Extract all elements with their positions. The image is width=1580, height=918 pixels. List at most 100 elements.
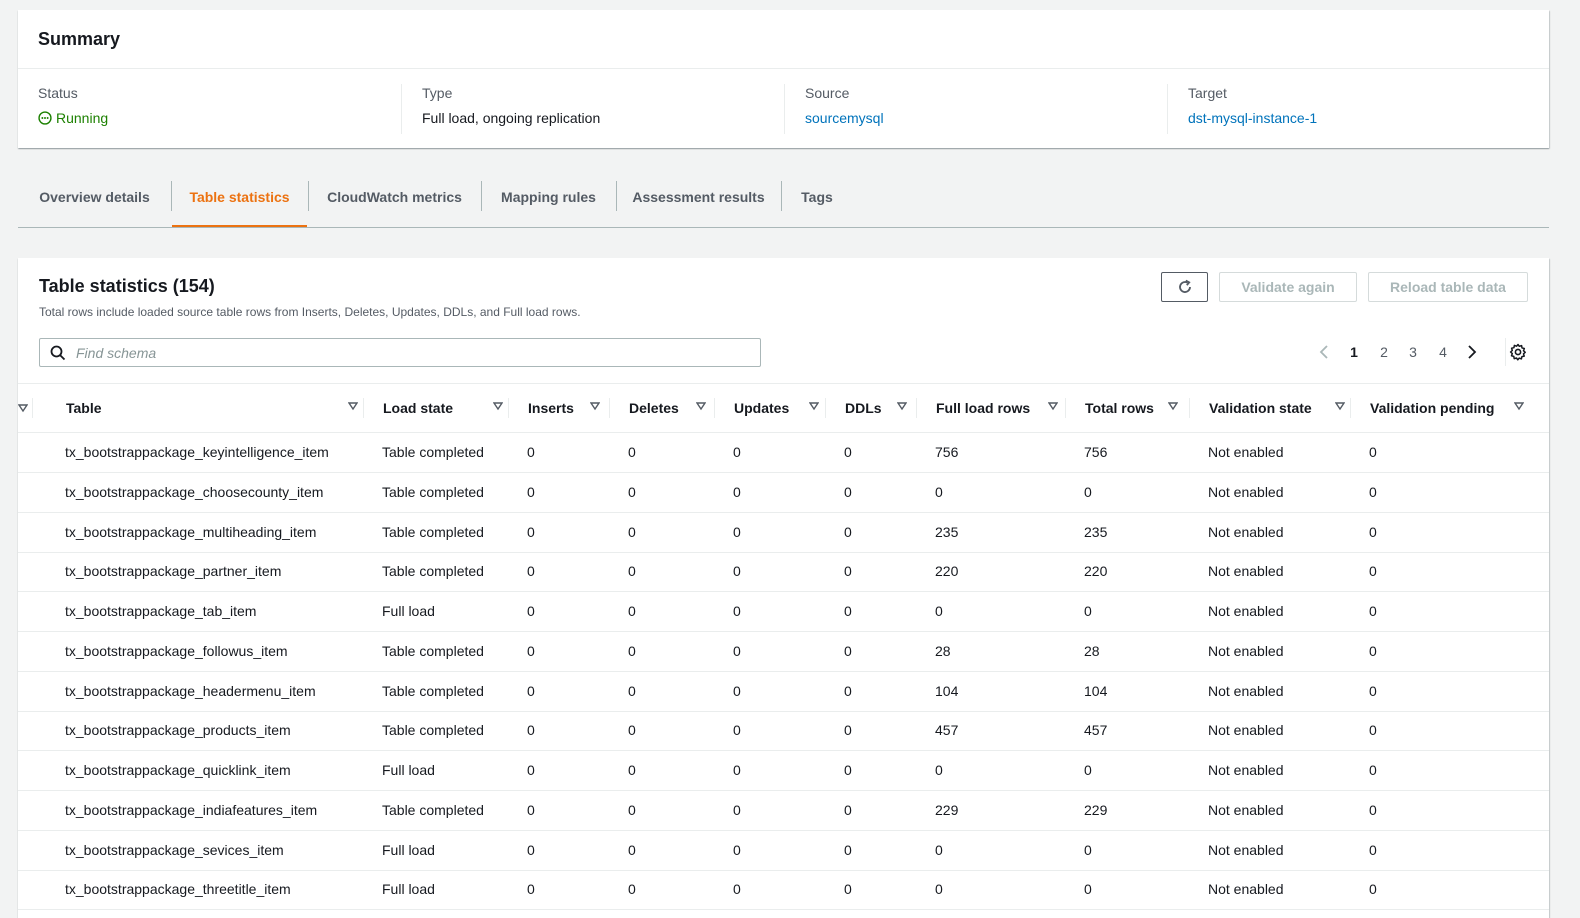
header-divider xyxy=(825,398,826,418)
column-header-label: Updates xyxy=(734,400,790,416)
table-cell: 0 xyxy=(628,801,636,818)
column-header-label: Full load rows xyxy=(936,400,1031,416)
table-cell: 0 xyxy=(527,801,535,818)
sort-icon[interactable] xyxy=(493,401,503,411)
sort-icon[interactable] xyxy=(897,401,907,411)
tab-cloudwatch-metrics[interactable]: CloudWatch metrics xyxy=(309,181,480,226)
table-cell: Full load xyxy=(382,762,435,778)
table-cell: Not enabled xyxy=(1208,722,1284,739)
table-cell: 229 xyxy=(1084,801,1108,818)
table-cell: 0 xyxy=(935,881,943,898)
search-icon xyxy=(50,345,66,361)
tab-table-statistics[interactable]: Table statistics xyxy=(172,181,307,227)
header-divider xyxy=(916,398,917,418)
table-cell: tx_bootstrappackage_sevices_item xyxy=(65,841,284,858)
page-3[interactable]: 3 xyxy=(1403,342,1423,362)
table-cell: tx_bootstrappackage_followus_item xyxy=(65,642,288,659)
chevron-right-icon[interactable] xyxy=(1465,344,1479,360)
chevron-left-icon[interactable] xyxy=(1317,344,1331,360)
source-link[interactable]: sourcemysql xyxy=(805,109,1167,127)
table-cell: 0 xyxy=(844,682,852,699)
tab-tags[interactable]: Tags xyxy=(782,181,852,226)
column-header-label: Deletes xyxy=(629,400,679,416)
sort-icon[interactable] xyxy=(1048,401,1058,411)
column-header[interactable]: Total rows xyxy=(1085,384,1180,432)
table-cell: Table completed xyxy=(382,642,484,659)
column-header[interactable]: Deletes xyxy=(629,384,708,432)
table-cell: 0 xyxy=(844,801,852,818)
search-input[interactable] xyxy=(74,341,748,365)
table-cell: Not enabled xyxy=(1208,682,1284,699)
page-2[interactable]: 2 xyxy=(1374,342,1394,362)
column-header-label: Total rows xyxy=(1085,400,1154,416)
column-header[interactable]: Full load rows xyxy=(936,384,1060,432)
summary-divider xyxy=(18,68,1549,69)
column-header[interactable]: DDLs xyxy=(845,384,909,432)
table-cell: 0 xyxy=(1084,881,1092,898)
table-cell: 0 xyxy=(733,523,741,540)
table-cell: Not enabled xyxy=(1208,563,1284,580)
header-divider xyxy=(508,398,509,418)
source-label: Source xyxy=(805,85,850,101)
sort-icon[interactable] xyxy=(348,401,358,411)
column-header[interactable]: Table xyxy=(66,384,360,432)
table-cell: 0 xyxy=(733,483,741,500)
table-cell: 0 xyxy=(628,642,636,659)
table-cell: 0 xyxy=(733,682,741,699)
table-row: tx_bootstrappackage_choosecounty_item Tab… xyxy=(18,472,1549,513)
table-cell: Not enabled xyxy=(1208,881,1284,898)
table-cell: 0 xyxy=(733,881,741,898)
summary-target: Target dst-mysql-instance-1 xyxy=(1167,84,1550,134)
table-row: tx_bootstrappackage_indiafeatures_item Ta… xyxy=(18,790,1549,831)
page-1[interactable]: 1 xyxy=(1344,342,1364,362)
table-cell: Table completed xyxy=(382,722,484,739)
column-header[interactable]: Inserts xyxy=(528,384,602,432)
tab-mapping-rules[interactable]: Mapping rules xyxy=(482,181,615,226)
table-cell: 0 xyxy=(527,881,535,898)
page-4[interactable]: 4 xyxy=(1433,342,1453,362)
sort-icon[interactable] xyxy=(18,403,28,413)
table-cell: 0 xyxy=(844,563,852,580)
search-box xyxy=(39,338,761,367)
tab-assessment-results[interactable]: Assessment results xyxy=(617,181,780,226)
table-cell: 235 xyxy=(935,523,959,540)
table-cell: 0 xyxy=(1369,444,1377,460)
validate-again-button[interactable]: Validate again xyxy=(1219,272,1357,302)
sort-icon[interactable] xyxy=(1168,401,1178,411)
reload-table-data-button[interactable]: Reload table data xyxy=(1368,272,1528,302)
sort-icon[interactable] xyxy=(1514,401,1524,411)
table-row: tx_bootstrappackage_products_item Table c… xyxy=(18,710,1549,752)
column-header[interactable]: Validation pending xyxy=(1370,384,1526,432)
table-cell: 0 xyxy=(733,801,741,818)
column-header[interactable]: Load state xyxy=(383,384,505,432)
table-cell: 0 xyxy=(527,603,535,619)
sort-icon[interactable] xyxy=(809,401,819,411)
running-status-icon xyxy=(38,111,52,125)
table-header: Table Load state Inserts Deletes Updates DDLs… xyxy=(18,383,1549,433)
refresh-button[interactable] xyxy=(1161,272,1208,302)
type-label: Type xyxy=(422,85,453,101)
table-cell: Not enabled xyxy=(1208,603,1284,619)
table-row: tx_bootstrappackage_threetitle_item Full … xyxy=(18,869,1549,911)
table-cell: Table completed xyxy=(382,801,484,818)
table-cell: 0 xyxy=(844,523,852,540)
sort-icon[interactable] xyxy=(590,401,600,411)
table-cell: tx_bootstrappackage_quicklink_item xyxy=(65,762,291,778)
tab-overview-details[interactable]: Overview details xyxy=(18,181,171,226)
table-cell: 0 xyxy=(1369,801,1377,818)
table-cell: 0 xyxy=(628,603,636,619)
sort-icon[interactable] xyxy=(696,401,706,411)
column-header[interactable]: Validation state xyxy=(1209,384,1347,432)
table-cell: 0 xyxy=(733,603,741,619)
target-link[interactable]: dst-mysql-instance-1 xyxy=(1188,109,1550,127)
header-divider xyxy=(363,398,364,418)
table-cell: 0 xyxy=(628,483,636,500)
table-cell: 0 xyxy=(733,841,741,858)
table-cell: 0 xyxy=(1369,523,1377,540)
table-cell: Not enabled xyxy=(1208,801,1284,818)
header-divider xyxy=(32,398,33,418)
column-header[interactable]: Updates xyxy=(734,384,821,432)
gear-icon[interactable] xyxy=(1509,343,1527,361)
sort-icon[interactable] xyxy=(1335,401,1345,411)
table-cell: Not enabled xyxy=(1208,841,1284,858)
